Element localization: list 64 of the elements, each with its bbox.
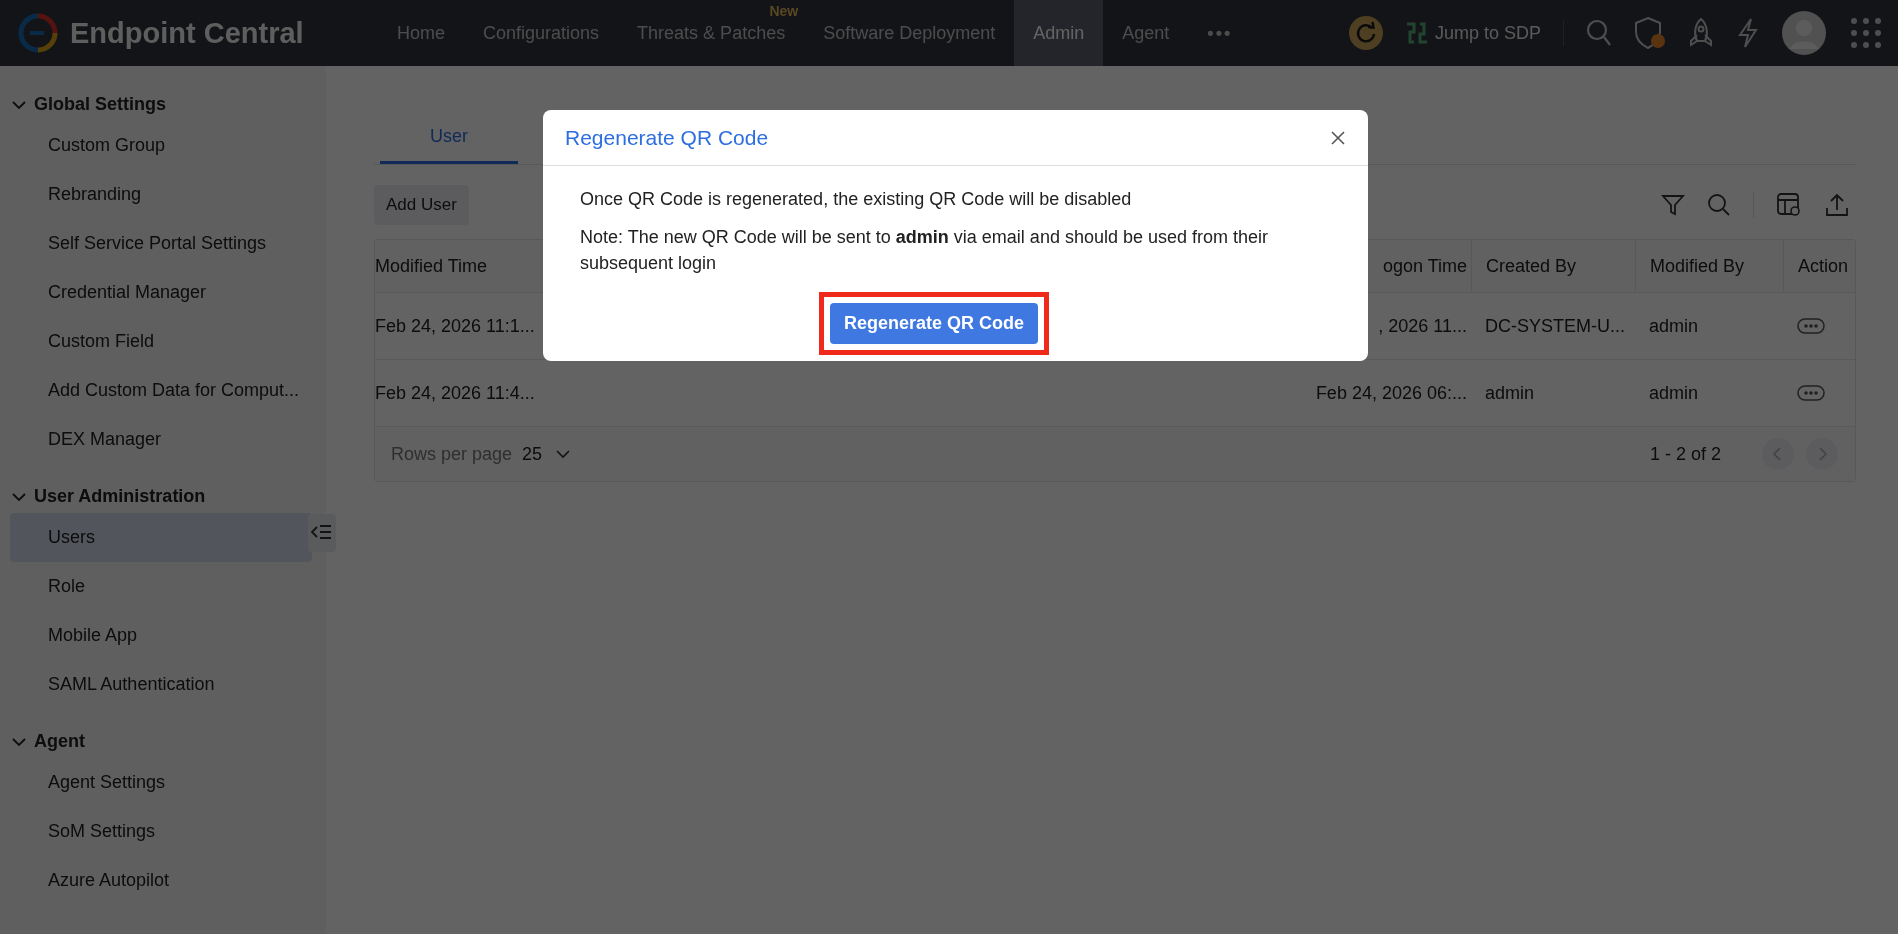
rows-per-page-select[interactable]: 25 (522, 443, 571, 465)
sdp-logo-icon (1404, 22, 1429, 44)
sidebar-item[interactable]: SAML Authentication (10, 660, 312, 709)
sidebar-item[interactable]: DEX Manager (10, 415, 312, 464)
sidebar-group-header[interactable]: Global Settings (0, 88, 326, 121)
export-icon[interactable] (1824, 192, 1850, 218)
dialog-message: Once QR Code is regenerated, the existing QR Code will be disabled (580, 188, 1133, 211)
table-cell-text: DC-SYSTEM-U... (1484, 314, 1626, 338)
jump-to-sdp-link[interactable]: Jump to SDP (1404, 22, 1541, 44)
sidebar-item[interactable]: Role (10, 562, 312, 611)
lightning-icon[interactable] (1736, 17, 1760, 49)
sidebar-item[interactable]: Self Service Portal Settings (10, 219, 312, 268)
sidebar-item[interactable]: Credential Manager (10, 268, 312, 317)
more-actions-icon[interactable] (1797, 318, 1825, 334)
logo-icon (18, 13, 58, 53)
more-actions-icon[interactable] (1797, 385, 1825, 401)
table-cell-text: Feb 24, 2026 11:4... (375, 381, 536, 405)
search-icon[interactable] (1707, 193, 1731, 217)
chevron-icon (12, 736, 26, 747)
refresh-icon[interactable] (1348, 16, 1383, 50)
dialog-title: Regenerate QR Code (565, 125, 769, 150)
sidebar-item[interactable]: Mobile App (10, 611, 312, 660)
column-header: Action (1783, 240, 1855, 292)
sidebar-group-header[interactable]: User Administration (0, 480, 326, 513)
sidebar-item[interactable]: SoM Settings (10, 807, 312, 856)
search-icon[interactable] (1586, 19, 1612, 47)
table-cell-text: admin (1484, 381, 1536, 405)
table-settings-icon[interactable] (1776, 192, 1802, 218)
sidebar-item[interactable]: Custom Field (10, 317, 312, 366)
sidebar-group-header[interactable]: Agent (0, 725, 326, 758)
chevron-icon (12, 99, 26, 110)
pagination-range: 1 - 2 of 2 (1649, 443, 1721, 465)
column-header: Modified Time (375, 254, 489, 278)
chevron-icon (12, 491, 26, 502)
nav-tab[interactable]: Admin (1014, 0, 1104, 66)
table-cell-text: , 2026 11... (1377, 314, 1468, 338)
table-cell-text: admin (1648, 381, 1700, 405)
column-header: Modified By (1635, 240, 1783, 292)
column-header: Created By (1471, 240, 1635, 292)
sidebar-item[interactable]: Azure Autopilot (10, 856, 312, 905)
filter-icon[interactable] (1661, 193, 1685, 217)
table-cell-text: Feb 24, 2026 11:1... (375, 314, 536, 338)
sidebar-item[interactable]: Agent Settings (10, 758, 312, 807)
close-icon[interactable] (1330, 129, 1346, 146)
sidebar-item[interactable]: Rebranding (10, 170, 312, 219)
sidebar-item[interactable]: Custom Group (10, 121, 312, 170)
app-grid-icon[interactable] (1848, 15, 1884, 51)
tab[interactable]: User (380, 112, 518, 164)
regenerate-qr-code-button[interactable]: Regenerate QR Code (829, 303, 1038, 344)
table-cell-text: admin (1648, 314, 1700, 338)
rocket-icon[interactable] (1688, 17, 1714, 49)
product-name: Endpoint Central (70, 16, 304, 50)
sidebar-item[interactable]: Add Custom Data for Comput... (10, 366, 312, 415)
add-user-button[interactable]: Add User (374, 185, 469, 225)
more-menu[interactable]: ••• (1188, 0, 1252, 66)
sidebar-item[interactable]: Users (10, 513, 312, 562)
collapse-sidebar-icon[interactable] (308, 514, 336, 552)
avatar-icon[interactable] (1782, 11, 1826, 55)
caret-icon (556, 449, 571, 459)
dialog-note: Note: The new QR Code will be sent to admin via email and should be used from their subsequent login (580, 226, 1270, 275)
new-label: New (769, 3, 799, 19)
shield-icon[interactable] (1634, 16, 1666, 50)
column-header: ogon Time (1381, 254, 1468, 278)
table-cell-text: Feb 24, 2026 06:... (1314, 381, 1468, 405)
